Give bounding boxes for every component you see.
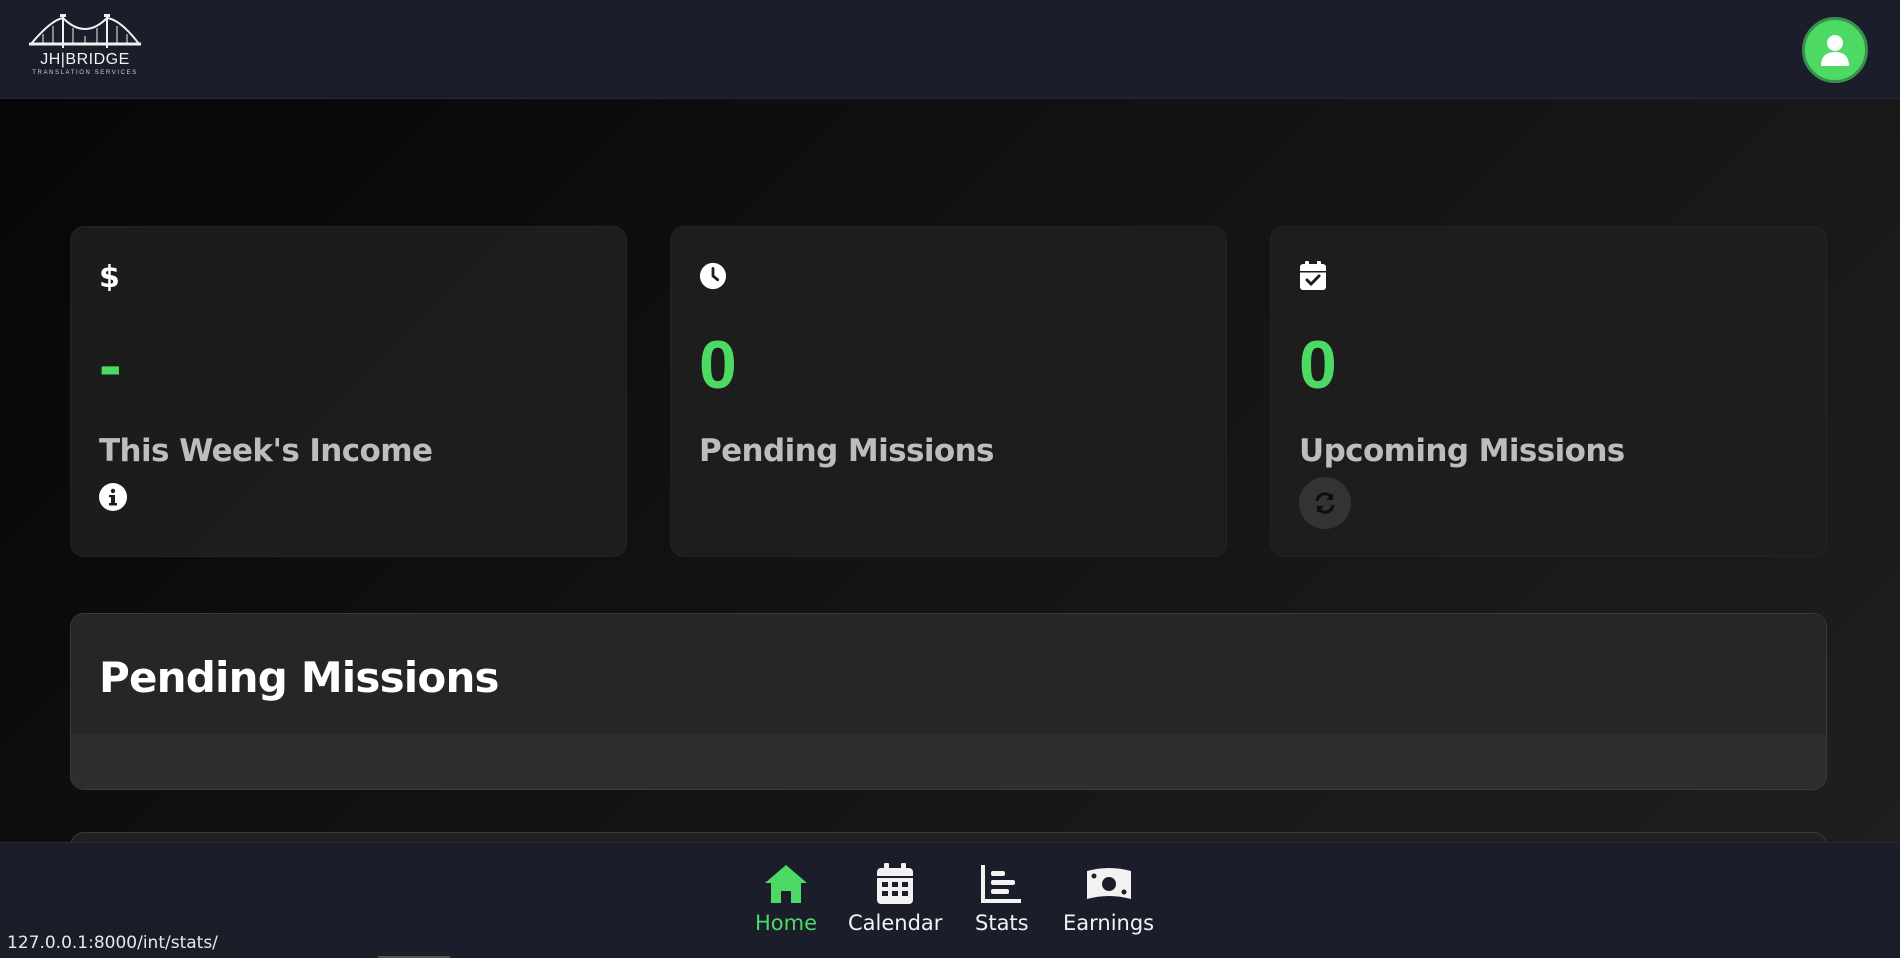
svg-text:$: $ — [99, 261, 120, 291]
refresh-icon — [1315, 492, 1335, 514]
clock-icon — [699, 262, 727, 290]
nav-home[interactable]: Home — [755, 863, 817, 935]
browser-status-url: 127.0.0.1:8000/int/stats/ — [0, 928, 228, 958]
nav-stats[interactable]: Stats — [975, 863, 1029, 935]
calendar-check-icon — [1300, 261, 1326, 290]
top-header: JH|BRIDGE TRANSLATION SERVICES — [0, 0, 1900, 99]
user-icon — [1821, 35, 1849, 66]
nav-earnings[interactable]: Earnings — [1063, 863, 1154, 935]
money-bill-icon — [1086, 868, 1131, 899]
dollar-icon: $ — [99, 261, 120, 291]
bar-chart-icon — [980, 865, 1021, 903]
panel-title: Pending Missions — [99, 652, 500, 702]
brand-logo[interactable]: JH|BRIDGE TRANSLATION SERVICES — [26, 14, 144, 86]
weekly-income-card: $ - This Week's Income — [70, 226, 627, 557]
home-icon — [765, 865, 807, 903]
bottom-navigation: Home Calendar Stats Earnings — [0, 842, 1900, 958]
pending-missions-value: 0 — [699, 327, 737, 403]
user-avatar-button[interactable] — [1802, 17, 1868, 83]
nav-calendar-label: Calendar — [848, 911, 943, 935]
nav-earnings-label: Earnings — [1063, 911, 1155, 935]
logo-name: JH|BRIDGE — [40, 51, 130, 68]
calendar-icon — [877, 863, 914, 904]
pending-missions-card: 0 Pending Missions — [670, 226, 1227, 557]
refresh-button[interactable] — [1299, 477, 1351, 529]
nav-home-label: Home — [755, 911, 818, 935]
pending-missions-label: Pending Missions — [699, 433, 995, 469]
pending-missions-panel: Pending Missions — [70, 613, 1827, 790]
upcoming-missions-value: 0 — [1299, 327, 1337, 403]
info-icon[interactable] — [99, 483, 127, 511]
upcoming-missions-card: 0 Upcoming Missions — [1270, 226, 1827, 557]
panel-header: Pending Missions — [71, 614, 1826, 734]
weekly-income-label: This Week's Income — [99, 433, 433, 469]
bridge-logo-icon — [29, 14, 141, 48]
upcoming-missions-label: Upcoming Missions — [1299, 433, 1625, 469]
panel-body — [71, 734, 1826, 789]
logo-tagline: TRANSLATION SERVICES — [32, 70, 138, 76]
nav-calendar[interactable]: Calendar — [848, 863, 942, 935]
weekly-income-value: - — [99, 327, 122, 403]
nav-stats-label: Stats — [975, 911, 1029, 935]
